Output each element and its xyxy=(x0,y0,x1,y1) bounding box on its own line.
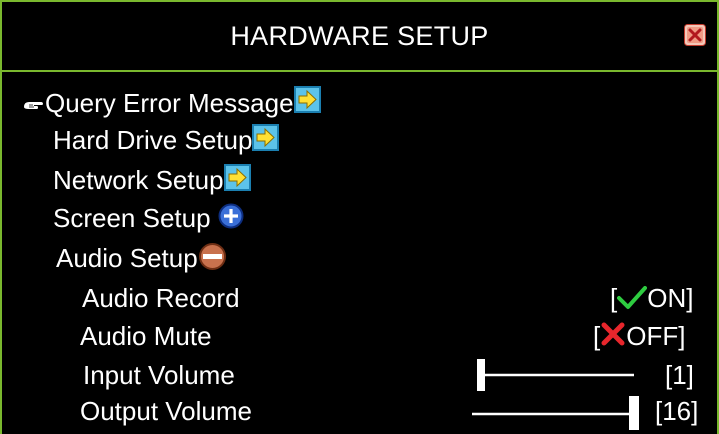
output-volume-value: [16] xyxy=(655,396,699,426)
menu-item-query-error-message[interactable]: Query Error Message xyxy=(22,85,321,118)
menu-item-network-setup[interactable]: Network Setup xyxy=(53,163,251,195)
collapse-minus-icon xyxy=(198,242,226,270)
audio-record-label: Audio Record xyxy=(82,283,240,313)
output-volume-label: Output Volume xyxy=(80,396,252,426)
menu-item-label: Hard Drive Setup xyxy=(53,125,253,155)
menu-item-label: Query Error Message xyxy=(45,88,294,118)
menu-item-audio-setup[interactable]: Audio Setup xyxy=(56,242,227,273)
arrow-right-icon xyxy=(293,85,321,113)
arrow-right-icon xyxy=(223,163,251,191)
window-title: HARDWARE SETUP xyxy=(230,21,489,51)
audio-record-value: ON] xyxy=(647,283,694,313)
close-icon[interactable] xyxy=(684,24,706,46)
bracket-open: [ xyxy=(610,283,618,313)
audio-mute-toggle[interactable]: [ OFF] xyxy=(593,321,685,351)
check-icon xyxy=(617,286,648,309)
output-volume-slider[interactable] xyxy=(470,395,642,431)
slider-handle xyxy=(629,396,639,430)
title-bar: HARDWARE SETUP xyxy=(2,2,717,72)
audio-mute-value: OFF] xyxy=(626,321,686,351)
input-volume-value: [1] xyxy=(665,360,694,390)
menu-item-label: Network Setup xyxy=(53,165,224,195)
menu-item-screen-setup[interactable]: Screen Setup xyxy=(53,203,244,233)
audio-mute-label: Audio Mute xyxy=(80,321,212,351)
audio-record-toggle[interactable]: [ ON] xyxy=(610,283,693,313)
arrow-right-icon xyxy=(252,123,280,151)
menu-item-label: Screen Setup xyxy=(53,203,211,233)
expand-plus-icon xyxy=(218,203,244,229)
menu-item-label: Audio Setup xyxy=(56,243,198,273)
menu-item-hard-drive-setup[interactable]: Hard Drive Setup xyxy=(53,123,280,155)
input-volume-slider[interactable] xyxy=(472,358,637,392)
slider-handle xyxy=(477,359,485,391)
pointing-hand-icon xyxy=(24,102,43,110)
cross-icon xyxy=(601,322,625,346)
bracket-open: [ xyxy=(593,321,601,351)
input-volume-label: Input Volume xyxy=(83,360,235,390)
